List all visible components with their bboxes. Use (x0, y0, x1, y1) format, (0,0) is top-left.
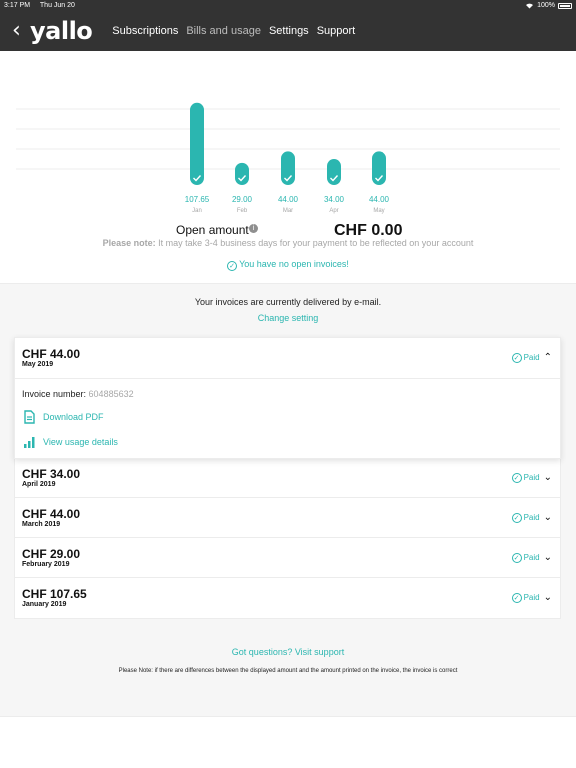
invoice-date: March 2019 (22, 521, 61, 528)
payment-note-prefix: Please note: (102, 238, 156, 248)
amount-footnote: Please Note: if there are differences be… (118, 668, 458, 674)
invoice-number: Invoice number: 604885632 (22, 389, 134, 399)
check-circle-icon: ✓ (511, 512, 522, 523)
no-open-invoices-text: You have no open invoices! (239, 259, 349, 269)
invoice-date: January 2019 (22, 601, 67, 608)
nav-support[interactable]: Support (317, 25, 356, 37)
chevron-down-icon[interactable]: ⌄ (544, 552, 552, 563)
bills-chart: 107.65 Jan 29.00 Feb 44.00 Mar 34.00 Apr 44.00 Ma… (0, 51, 576, 283)
bills-bar-chart: 107.65 Jan 29.00 Feb 44.00 Mar 34.00 Apr 44.00 Ma… (16, 102, 560, 214)
invoice-header[interactable]: CHF 34.00 April 2019 ✓ Paid ⌄ (15, 458, 560, 498)
invoice-status: ✓ Paid ⌄ (511, 512, 552, 523)
invoice-card-february[interactable]: CHF 29.00 February 2019 ✓ Paid ⌄ (14, 537, 561, 579)
back-chevron-icon[interactable]: ‹ (12, 20, 26, 42)
check-circle-icon: ✓ (511, 592, 522, 603)
invoice-status: ✓ Paid ⌄ (511, 552, 552, 563)
visit-support-link[interactable]: Got questions? Visit support (0, 647, 576, 657)
bar-category-label: Apr (329, 208, 338, 214)
change-setting-link[interactable]: Change setting (0, 313, 576, 323)
payment-note: Please note: It may take 3-4 business da… (0, 238, 576, 248)
invoice-card-january[interactable]: CHF 107.65 January 2019 ✓ Paid ⌄ (14, 577, 561, 619)
invoice-header[interactable]: CHF 44.00 May 2019 ✓ Paid ⌃ (15, 338, 560, 378)
nav-settings[interactable]: Settings (269, 25, 309, 37)
nav-bills-and-usage[interactable]: Bills and usage (186, 25, 261, 37)
status-right: 100% (525, 2, 572, 9)
no-open-invoices: ✓ You have no open invoices! (0, 259, 576, 271)
bar-jan[interactable] (190, 102, 204, 185)
invoice-card-may[interactable]: CHF 44.00 May 2019 ✓ Paid ⌃ Invoice numb… (14, 337, 561, 459)
bar-value-label: 34.00 (324, 195, 345, 204)
invoice-number-value: 604885632 (88, 389, 134, 399)
check-circle-icon: ✓ (227, 261, 238, 271)
invoice-detail: Invoice number: 604885632 Download PDF V… (15, 378, 560, 458)
wifi-icon (526, 3, 534, 9)
invoice-amount: CHF 107.65 (22, 587, 87, 601)
view-usage-label: View usage details (43, 437, 118, 447)
invoice-status-label: Paid (523, 513, 540, 522)
invoice-header[interactable]: CHF 29.00 February 2019 ✓ Paid ⌄ (15, 538, 560, 578)
view-usage-details-button[interactable]: View usage details (22, 435, 118, 449)
bar-value-label: 44.00 (278, 195, 299, 204)
bar-feb[interactable] (235, 162, 249, 185)
invoice-status-label: Paid (523, 473, 540, 482)
invoice-amount: CHF 44.00 (22, 507, 81, 521)
invoice-status: ✓ Paid ⌃ (511, 352, 552, 363)
info-icon[interactable]: i (249, 224, 258, 233)
invoice-card-march[interactable]: CHF 44.00 March 2019 ✓ Paid ⌄ (14, 497, 561, 539)
open-amount-label: Open amount (176, 223, 249, 237)
bar-apr[interactable] (327, 159, 341, 185)
download-pdf-label: Download PDF (43, 412, 104, 422)
invoice-amount: CHF 44.00 (22, 347, 81, 361)
battery-percent: 100% (537, 2, 555, 9)
bar-category-label: Jan (192, 208, 202, 214)
check-circle-icon: ✓ (511, 552, 522, 563)
invoice-status: ✓ Paid ⌄ (511, 472, 552, 483)
chevron-down-icon[interactable]: ⌄ (544, 592, 552, 603)
download-pdf-button[interactable]: Download PDF (22, 410, 104, 424)
invoice-status-label: Paid (523, 353, 540, 362)
invoice-number-label: Invoice number: (22, 389, 89, 399)
nav-subscriptions[interactable]: Subscriptions (112, 25, 178, 37)
chevron-up-icon[interactable]: ⌃ (544, 352, 552, 363)
invoice-status: ✓ Paid ⌄ (511, 592, 552, 603)
invoice-amount: CHF 29.00 (22, 547, 81, 561)
main-nav: Subscriptions Bills and usage Settings S… (112, 25, 355, 37)
check-circle-icon: ✓ (511, 352, 522, 363)
yallo-logo[interactable]: yallo (30, 17, 93, 45)
status-bar: 3:17 PM Thu Jun 20 100% (0, 0, 576, 11)
invoice-status-label: Paid (523, 553, 540, 562)
chevron-down-icon[interactable]: ⌄ (544, 472, 552, 483)
battery-icon (558, 2, 572, 9)
invoice-date: April 2019 (22, 481, 56, 488)
bar-category-label: May (373, 208, 384, 214)
delivery-info: Your invoices are currently delivered by… (194, 297, 382, 307)
invoice-status-label: Paid (523, 593, 540, 602)
chevron-down-icon[interactable]: ⌄ (544, 512, 552, 523)
status-time: 3:17 PM (4, 2, 31, 9)
status-left: 3:17 PM Thu Jun 20 (4, 2, 83, 9)
bar-category-label: Feb (237, 208, 248, 214)
status-date: Thu Jun 20 (39, 2, 75, 9)
document-icon (24, 410, 35, 424)
top-navigation: ‹ yallo Subscriptions Bills and usage Se… (0, 11, 576, 51)
bar-value-label: 44.00 (369, 195, 390, 204)
invoice-header[interactable]: CHF 44.00 March 2019 ✓ Paid ⌄ (15, 498, 560, 538)
invoice-card-april[interactable]: CHF 34.00 April 2019 ✓ Paid ⌄ (14, 457, 561, 499)
invoice-date: May 2019 (22, 361, 54, 368)
bar-value-label: 29.00 (232, 195, 253, 204)
bar-category-label: Mar (283, 208, 293, 214)
usage-bars-icon (24, 437, 35, 448)
check-circle-icon: ✓ (511, 472, 522, 483)
invoice-date: February 2019 (22, 561, 70, 568)
bar-value-label: 107.65 (185, 195, 210, 204)
invoice-header[interactable]: CHF 107.65 January 2019 ✓ Paid ⌄ (15, 578, 560, 618)
invoice-amount: CHF 34.00 (22, 467, 81, 481)
payment-note-text: It may take 3-4 business days for your p… (155, 238, 474, 248)
